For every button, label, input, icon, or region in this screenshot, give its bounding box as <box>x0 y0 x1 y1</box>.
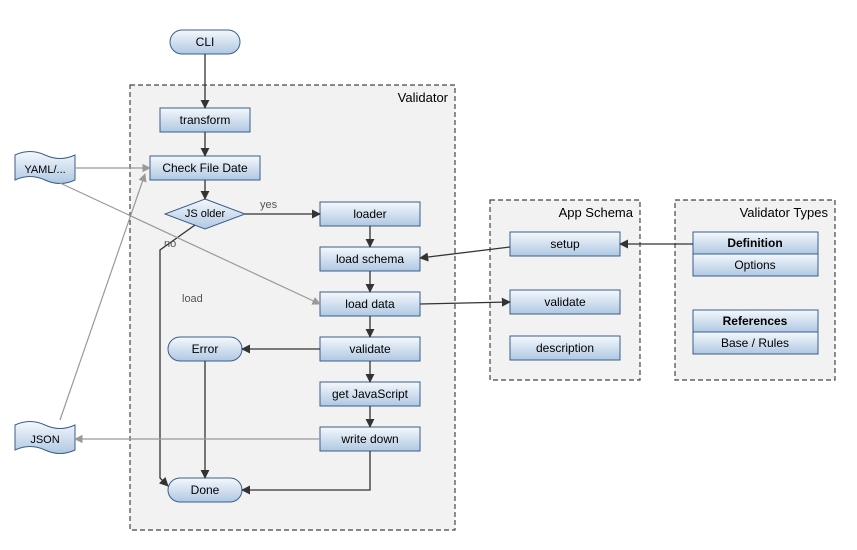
node-description-label: description <box>536 341 594 355</box>
vt-definition-group: Definition Options <box>693 232 818 276</box>
doc-json-label: JSON <box>30 434 59 446</box>
node-get-js-label: get JavaScript <box>332 387 409 401</box>
edge-label-no: no <box>164 238 176 250</box>
doc-yaml-label: YAML/... <box>24 164 65 176</box>
node-write-down-label: write down <box>340 432 398 446</box>
node-validate-label: validate <box>349 342 391 356</box>
node-error-label: Error <box>192 342 219 356</box>
node-setup-label: setup <box>550 237 580 251</box>
vt-baserules-label: Base / Rules <box>721 336 789 350</box>
validator-group-title: Validator <box>398 90 449 105</box>
vt-definition-label: Definition <box>727 236 782 250</box>
validator-types-group-title: Validator Types <box>740 205 829 220</box>
vt-references-group: References Base / Rules <box>693 310 818 354</box>
edge-label-load: load <box>182 293 203 305</box>
node-cli-label: CLI <box>196 35 215 49</box>
node-js-older-label: JS older <box>185 208 226 220</box>
vt-options-label: Options <box>734 258 775 272</box>
node-done-label: Done <box>191 483 220 497</box>
node-as-validate-label: validate <box>544 295 586 309</box>
diagram-canvas: Validator App Schema Validator Types CLI… <box>0 0 857 550</box>
vt-references-label: References <box>723 314 788 328</box>
node-check-file-date-label: Check File Date <box>162 161 248 175</box>
app-schema-group-title: App Schema <box>559 205 634 220</box>
node-transform-label: transform <box>180 113 231 127</box>
edge-label-yes: yes <box>260 199 278 211</box>
node-load-schema-label: load schema <box>336 252 404 266</box>
node-loader-label: loader <box>353 207 386 221</box>
node-load-data-label: load data <box>345 297 395 311</box>
